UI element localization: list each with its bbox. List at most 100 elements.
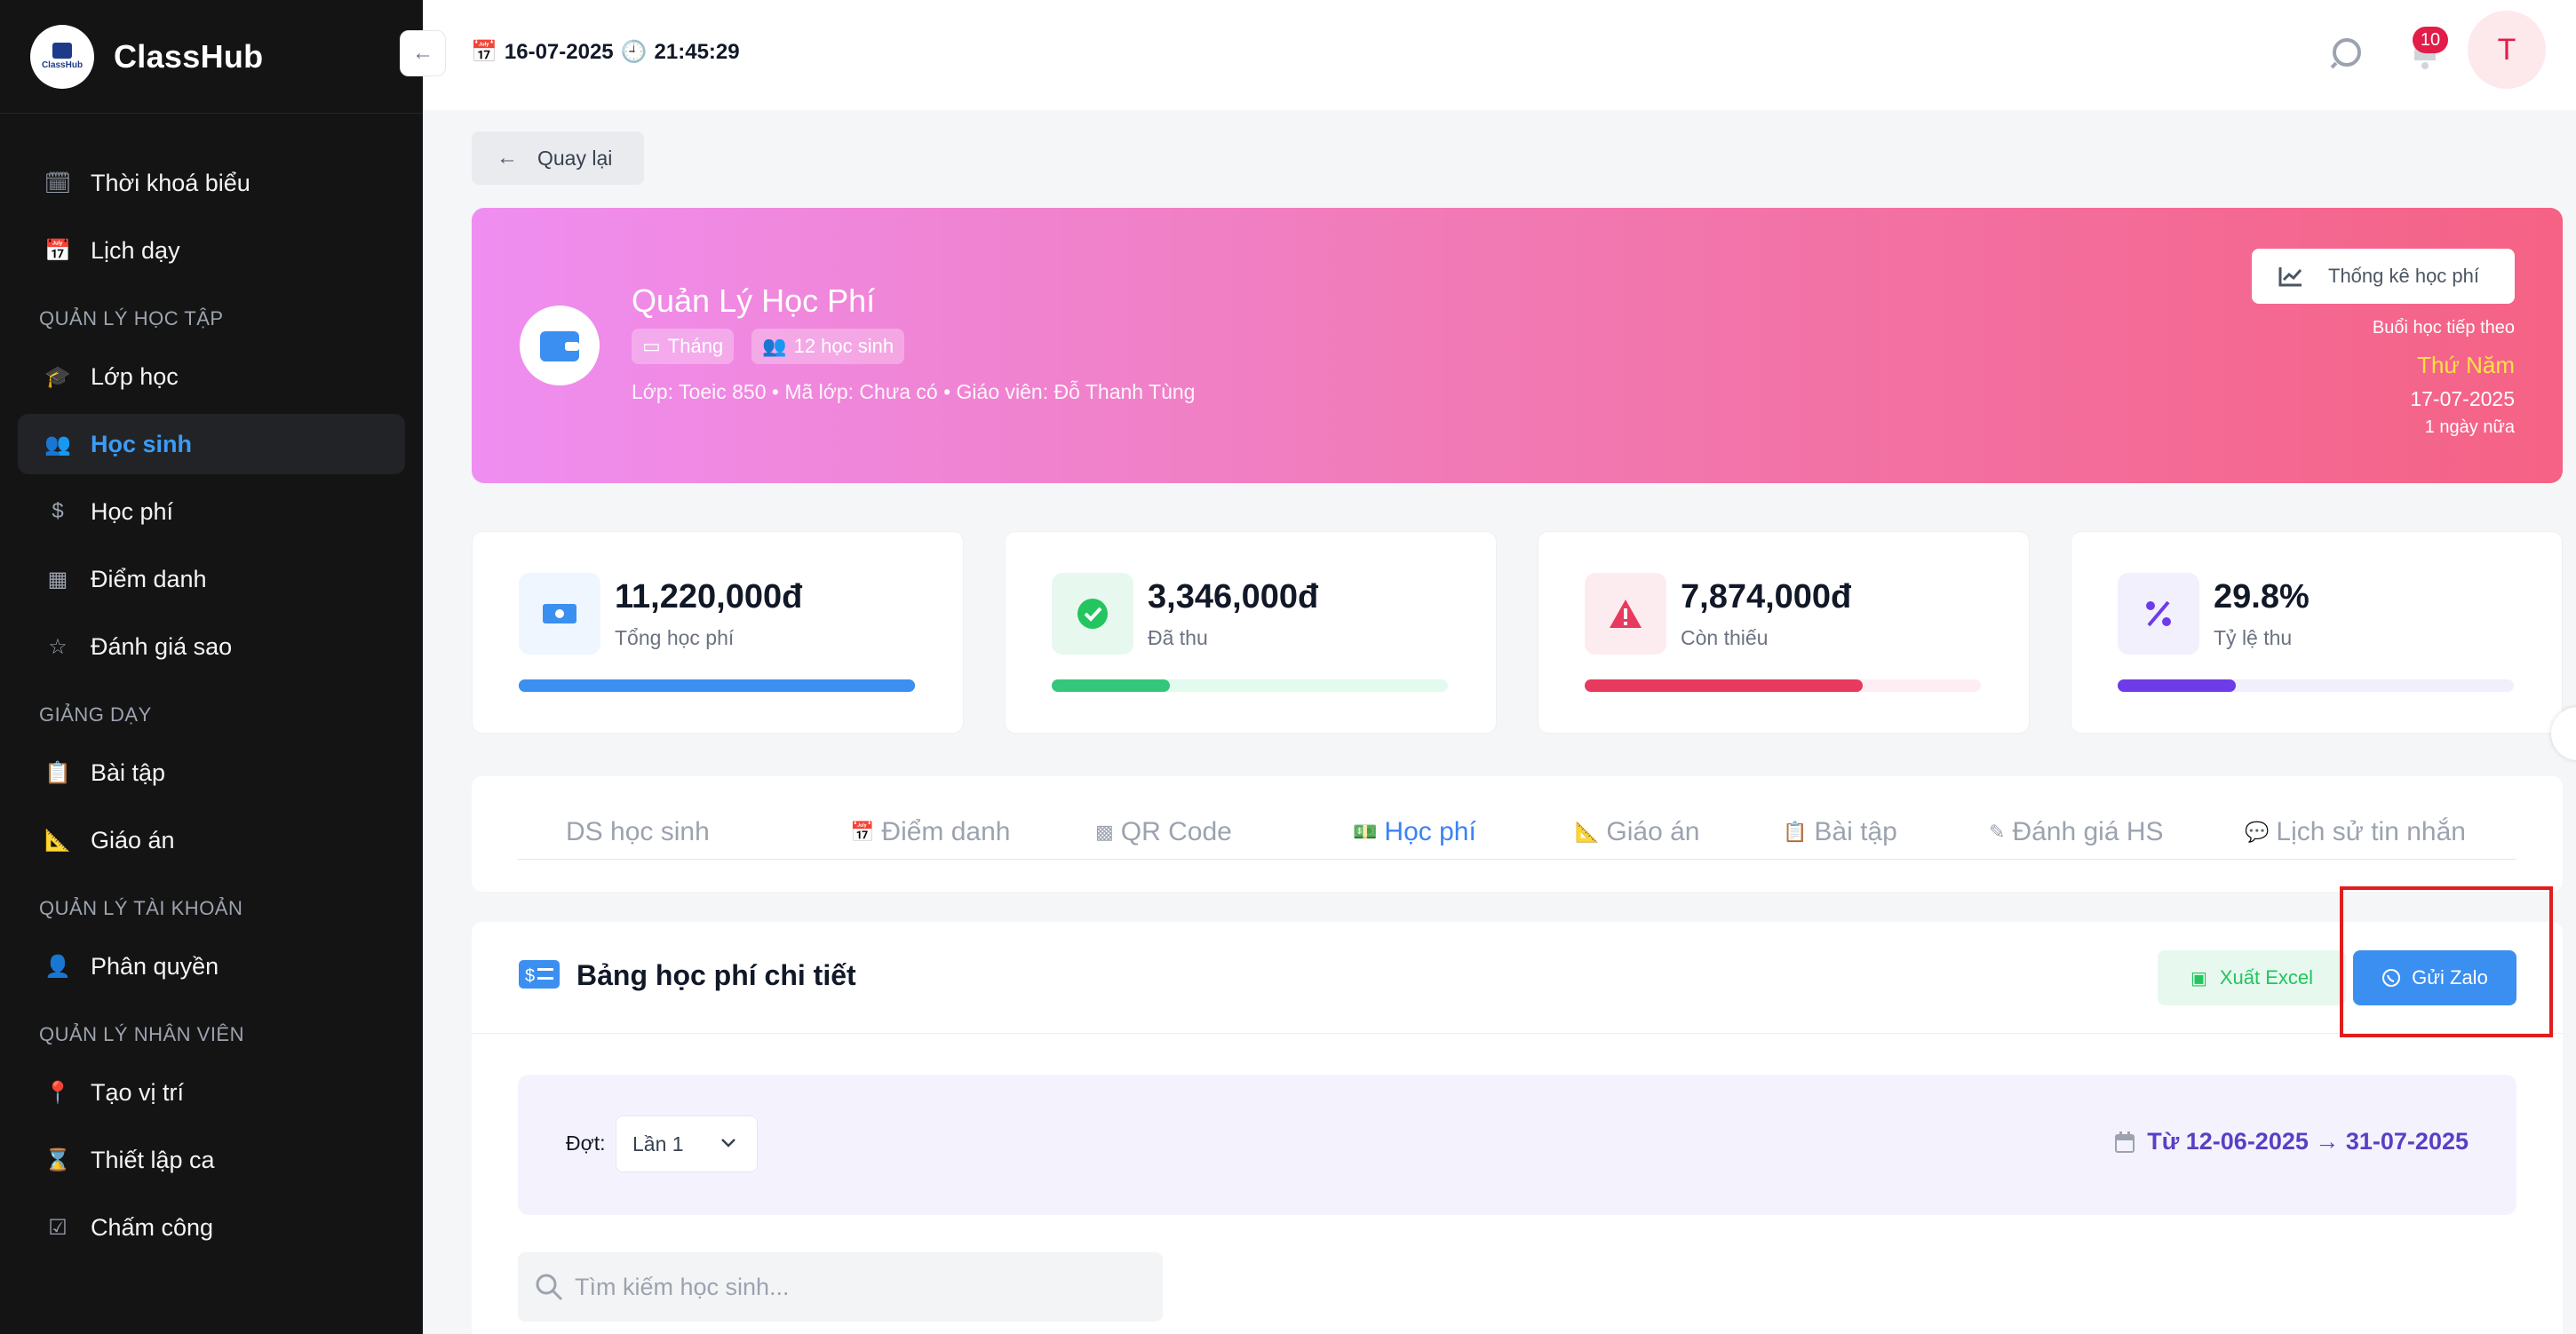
- search-placeholder: Tìm kiếm học sinh...: [575, 1273, 790, 1300]
- sidebar-item-label: Học sinh: [91, 430, 193, 457]
- sidebar: ClassHub ClassHub 🗓 Thời khoá biểu 📅 Lịch d…: [0, 0, 423, 1334]
- calendar-icon: 📅: [471, 40, 497, 64]
- sidebar-item-hourglass[interactable]: ⌛ Thiết lập ca: [18, 1130, 405, 1190]
- sidebar-item-label: Chấm công: [91, 1213, 214, 1241]
- sidebar-item-dollar[interactable]: $ Học phí: [18, 481, 405, 542]
- stat-progress-fill: [519, 679, 915, 692]
- users-icon: 👥: [762, 335, 787, 357]
- current-time: 21:45:29: [654, 39, 740, 64]
- class-info: Lớp: Toeic 850 • Mã lớp: Chưa có • Giáo …: [632, 380, 1196, 403]
- check-circle-icon: [1052, 573, 1133, 655]
- stat-label: Còn thiếu: [1681, 626, 1769, 649]
- edit-icon: ✎: [1989, 821, 2006, 843]
- stat-card: 11,220,000đ Tổng học phí: [472, 531, 964, 734]
- sidebar-item-ruler[interactable]: 📐 Giáo án: [18, 810, 405, 870]
- filter-bar: Đợt: Lần 1 Từ 12-06-2025 → 31-07-2025: [518, 1075, 2516, 1215]
- hourglass-icon: ⌛: [44, 1147, 71, 1172]
- next-lesson-date: 17-07-2025: [2410, 387, 2515, 410]
- tab-bar: DS học sinh 📅 Điểm danh ▩ QR Code 💵 Học phí 📐 Gi…: [472, 776, 2563, 892]
- brand-logo: ClassHub: [30, 24, 94, 89]
- sidebar-item-label: Lớp học: [91, 362, 179, 390]
- sidebar-item-label: Tạo vị trí: [91, 1078, 185, 1106]
- sidebar-item-graduation-cap[interactable]: 🎓 Lớp học: [18, 346, 405, 407]
- sidebar-item-calendar-clock[interactable]: 🗓 Thời khoá biểu: [18, 153, 405, 213]
- tab-đánh-giá-hs[interactable]: ✎ Đánh giá HS: [1989, 817, 2164, 847]
- user-avatar[interactable]: T: [2468, 11, 2546, 89]
- warning-icon: [1585, 573, 1666, 655]
- fee-statistics-label: Thống kê học phí: [2328, 265, 2480, 287]
- tab-qr-code[interactable]: ▩ QR Code: [1095, 817, 1232, 847]
- sidebar-nav: 🗓 Thời khoá biểu 📅 Lịch dạy QUẢN LÝ HỌC TẬP 🎓…: [0, 114, 423, 1258]
- sidebar-item-star[interactable]: ☆ Đánh giá sao: [18, 616, 405, 677]
- sidebar-item-label: Thời khoá biểu: [91, 169, 250, 196]
- stat-value: 3,346,000đ: [1148, 578, 1319, 615]
- batch-label: Đợt:: [566, 1132, 606, 1155]
- arrow-left-icon: ←: [412, 41, 433, 65]
- stat-progress-fill: [1052, 679, 1170, 692]
- back-button[interactable]: ← Quay lại: [472, 131, 644, 185]
- tab-giáo-án[interactable]: 📐 Giáo án: [1575, 817, 1699, 847]
- next-lesson-relative: 1 ngày nữa: [2424, 417, 2515, 437]
- fee-detail-panel: $ Bảng học phí chi tiết ▣ Xuất Excel Gửi…: [472, 922, 2563, 1334]
- user-lock-icon: 👤: [44, 954, 71, 979]
- panel-header: $ Bảng học phí chi tiết ▣ Xuất Excel Gửi…: [472, 922, 2563, 1034]
- stat-progress-fill: [2118, 679, 2236, 692]
- chevron-down-icon: [721, 1139, 735, 1147]
- batch-select-value: Lần 1: [632, 1132, 684, 1155]
- tab-label: Giáo án: [1606, 817, 1700, 846]
- sidebar-item-calendar-grid[interactable]: ▦ Điểm danh: [18, 549, 405, 609]
- graduation-cap-icon: 🎓: [44, 364, 71, 389]
- export-excel-button[interactable]: ▣ Xuất Excel: [2158, 950, 2346, 1005]
- stat-progress-fill: [1585, 679, 1864, 692]
- sidebar-item-label: Lịch dạy: [91, 236, 180, 264]
- star-icon: ☆: [48, 634, 68, 659]
- current-date: 16-07-2025: [504, 39, 614, 64]
- clipboard-icon: 📋: [44, 760, 71, 785]
- student-search-input[interactable]: Tìm kiếm học sinh...: [518, 1252, 1163, 1322]
- sidebar-item-label: Phân quyền: [91, 952, 219, 980]
- students-tag-label: 12 học sinh: [793, 335, 894, 357]
- calendar-icon: 📅: [44, 238, 71, 263]
- brand[interactable]: ClassHub ClassHub: [0, 0, 423, 114]
- sidebar-item-users[interactable]: 👥 Học sinh: [18, 414, 405, 474]
- chart-line-icon: [2278, 267, 2302, 287]
- graduation-cap-icon: [52, 43, 72, 59]
- tab-điểm-danh[interactable]: 📅 Điểm danh: [850, 817, 1010, 847]
- tab-label: QR Code: [1120, 817, 1232, 846]
- sidebar-item-calendar[interactable]: 📅 Lịch dạy: [18, 220, 405, 281]
- fee-statistics-button[interactable]: Thống kê học phí: [2252, 249, 2515, 304]
- sidebar-section-title: QUẢN LÝ HỌC TẬP: [39, 307, 224, 330]
- date-range: Từ 12-06-2025 → 31-07-2025: [2115, 1128, 2469, 1155]
- sidebar-item-user-lock[interactable]: 👤 Phân quyền: [18, 936, 405, 997]
- stat-progress-bar: [1585, 679, 1981, 692]
- sidebar-item-clipboard[interactable]: 📋 Bài tập: [18, 742, 405, 803]
- tab-label: Đánh giá HS: [2012, 817, 2164, 846]
- tabs-row: DS học sinh 📅 Điểm danh ▩ QR Code 💵 Học phí 📐 Gi…: [518, 803, 2516, 860]
- search-icon[interactable]: [2327, 34, 2366, 73]
- main-content: ← Quay lại Quản Lý Học Phí ▭ Tháng 👥 12 …: [423, 110, 2576, 1334]
- date-range-text: Từ 12-06-2025 → 31-07-2025: [2147, 1128, 2469, 1155]
- sidebar-item-location-pin[interactable]: 📍 Tạo vị trí: [18, 1062, 405, 1123]
- sidebar-item-checkbox[interactable]: ☑ Chấm công: [18, 1197, 405, 1258]
- sidebar-item-label: Đánh giá sao: [91, 632, 233, 660]
- tab-học-phí[interactable]: 💵 Học phí: [1353, 817, 1476, 847]
- tab-ds-học-sinh[interactable]: DS học sinh: [566, 817, 710, 847]
- stat-label: Tổng học phí: [615, 626, 735, 649]
- batch-select[interactable]: Lần 1: [616, 1116, 758, 1172]
- tab-label: DS học sinh: [566, 817, 710, 846]
- money-icon: [519, 573, 600, 655]
- fee-header-banner: Quản Lý Học Phí ▭ Tháng 👥 12 học sinh Lớ…: [472, 208, 2563, 483]
- stat-value: 11,220,000đ: [615, 578, 803, 615]
- notification-badge: 10: [2413, 27, 2448, 53]
- sidebar-section-title: QUẢN LÝ NHÂN VIÊN: [39, 1023, 244, 1045]
- tab-lịch-sử-tin-nhắn[interactable]: 💬 Lịch sử tin nhắn: [2245, 817, 2466, 847]
- ruler-icon: 📐: [44, 828, 71, 853]
- tab-label: Lịch sử tin nhắn: [2276, 817, 2466, 846]
- collapse-sidebar-button[interactable]: ←: [400, 30, 446, 76]
- clock-icon: 🕘: [620, 40, 648, 64]
- stat-progress-bar: [2118, 679, 2514, 692]
- period-tag: ▭ Tháng: [632, 329, 735, 364]
- stat-card: 3,346,000đ Đã thu: [1005, 531, 1497, 734]
- credit-card-icon: ▭: [642, 335, 661, 357]
- tab-bài-tập[interactable]: 📋 Bài tập: [1783, 817, 1897, 847]
